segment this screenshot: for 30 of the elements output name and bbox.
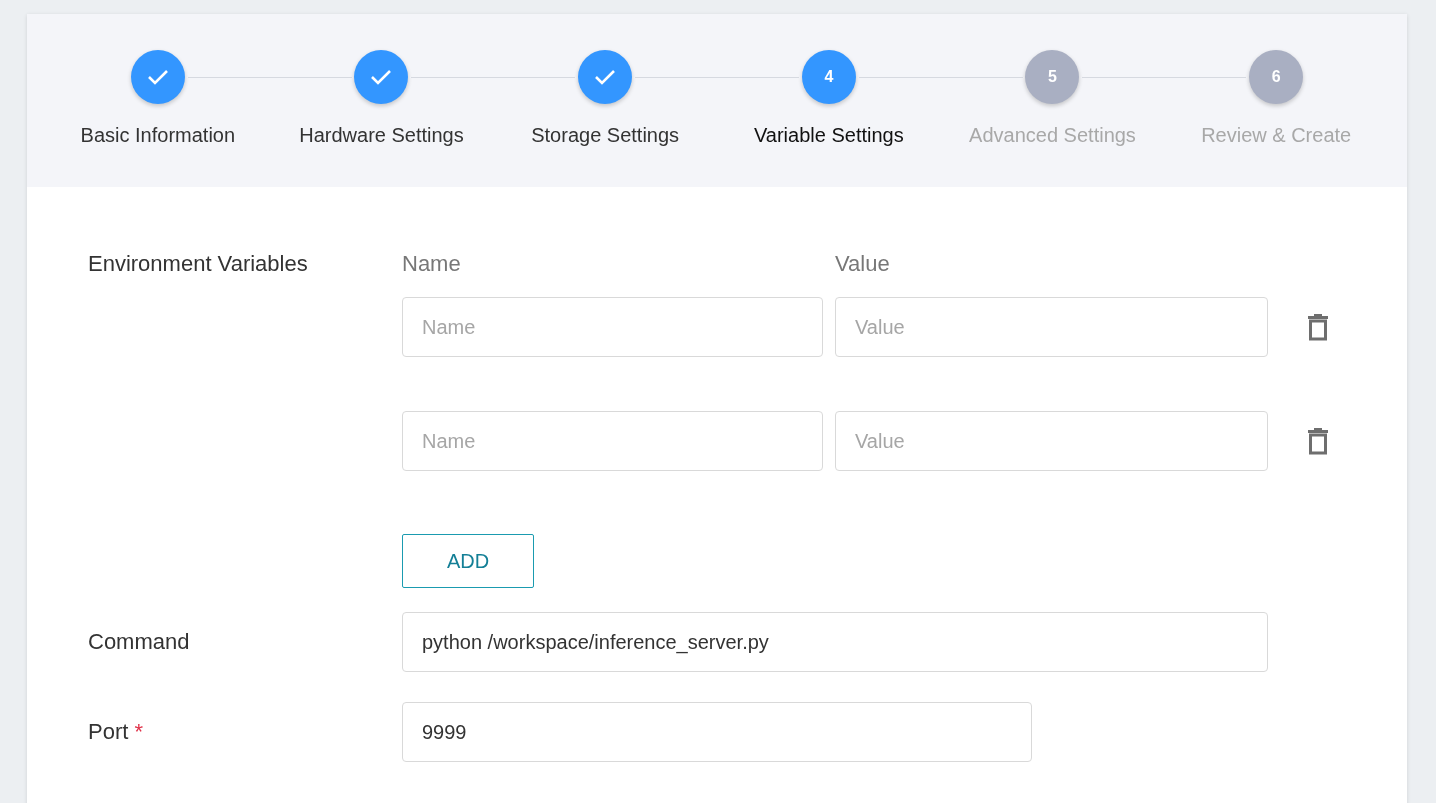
- step-number: 4: [824, 68, 834, 86]
- delete-icon[interactable]: [1307, 313, 1329, 341]
- step-label: Storage Settings: [531, 124, 680, 147]
- field-label: Command: [88, 629, 191, 655]
- step-indicator[interactable]: [578, 50, 633, 104]
- check-icon: [594, 69, 617, 85]
- column-header: Name: [402, 251, 462, 277]
- step-indicator[interactable]: 4: [801, 50, 856, 104]
- step-number: 6: [1271, 68, 1281, 86]
- field-label: Environment Variables: [88, 251, 309, 278]
- step-label: Hardware Settings: [299, 124, 464, 147]
- check-icon: [146, 69, 169, 85]
- step-number: 5: [1048, 68, 1057, 86]
- step-label: Variable Settings: [753, 124, 904, 147]
- step-label: Review & Create: [1201, 124, 1352, 147]
- step-indicator[interactable]: [130, 50, 185, 104]
- check-icon: [370, 69, 393, 85]
- column-header: Value: [835, 251, 890, 277]
- name-input[interactable]: Name: [402, 411, 823, 471]
- step-indicator[interactable]: [354, 50, 409, 104]
- field-label: Port *: [88, 719, 145, 745]
- add-button[interactable]: ADD: [402, 534, 534, 588]
- value-input[interactable]: Value: [835, 411, 1268, 471]
- port-input[interactable]: 9999: [402, 702, 1032, 762]
- value-input[interactable]: Value: [835, 297, 1268, 357]
- step-label: Basic Information: [80, 124, 236, 147]
- step-label: Advanced Settings: [969, 124, 1136, 147]
- name-input[interactable]: Name: [402, 297, 823, 357]
- command-input[interactable]: python /workspace/inference_server.py: [402, 612, 1268, 672]
- delete-icon[interactable]: [1307, 427, 1329, 455]
